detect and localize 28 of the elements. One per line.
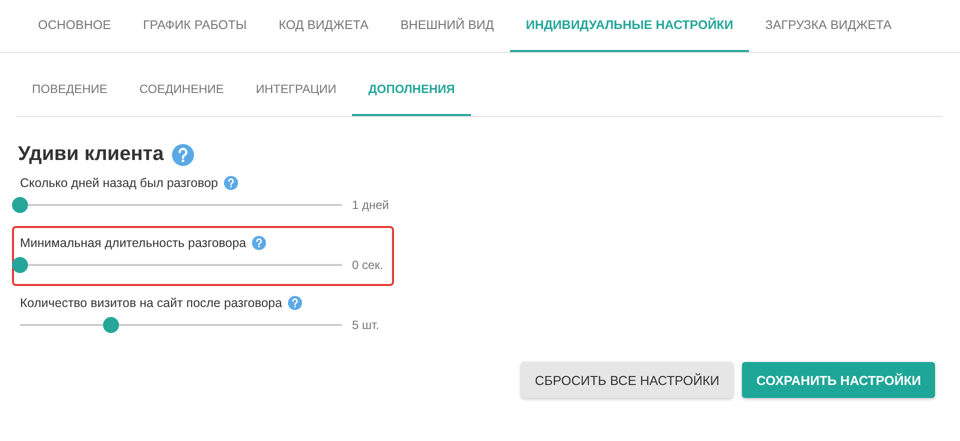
tab[interactable]: ГРАФИК РАБОТЫ	[126, 0, 263, 52]
slider[interactable]	[12, 197, 342, 213]
slider[interactable]	[12, 257, 342, 273]
slider-thumb[interactable]	[103, 317, 120, 333]
help-icon[interactable]	[252, 236, 266, 250]
tab[interactable]: ИНДИВИДУАЛЬНЫЕ НАСТРОЙКИ	[510, 0, 750, 52]
tab[interactable]: КОД ВИДЖЕТА	[262, 0, 384, 52]
slider-label: Минимальная длительность разговора	[20, 236, 246, 250]
help-icon[interactable]	[224, 176, 238, 190]
tab[interactable]: ВНЕШНИЙ ВИД	[384, 0, 510, 52]
tab[interactable]: СОЕДИНЕНИЕ	[123, 64, 240, 116]
slider-thumb[interactable]	[12, 257, 28, 273]
slider-label: Количество визитов на сайт после разговора	[20, 296, 282, 310]
reset-button[interactable]: СБРОСИТЬ ВСЕ НАСТРОЙКИ	[520, 362, 734, 398]
slider-value: 5 шт.	[352, 318, 380, 332]
slider-label: Сколько дней назад был разговор	[20, 176, 218, 190]
slider-thumb[interactable]	[12, 197, 28, 213]
slider-value: 0 сек.	[352, 258, 384, 272]
tab[interactable]: ЗАГРУЗКА ВИДЖЕТА	[749, 0, 908, 52]
tab[interactable]: ИНТЕГРАЦИИ	[240, 64, 352, 116]
slider-value: 1 дней	[352, 198, 390, 212]
tab[interactable]: ОСНОВНОЕ	[22, 0, 127, 52]
help-icon[interactable]	[172, 144, 194, 166]
save-button[interactable]: СОХРАНИТЬ НАСТРОЙКИ	[742, 362, 935, 398]
tab[interactable]: ПОВЕДЕНИЕ	[16, 64, 124, 116]
tab[interactable]: ДОПОЛНЕНИЯ	[352, 64, 471, 116]
help-icon[interactable]	[288, 296, 302, 310]
section-title: Удиви клиента	[18, 143, 164, 166]
